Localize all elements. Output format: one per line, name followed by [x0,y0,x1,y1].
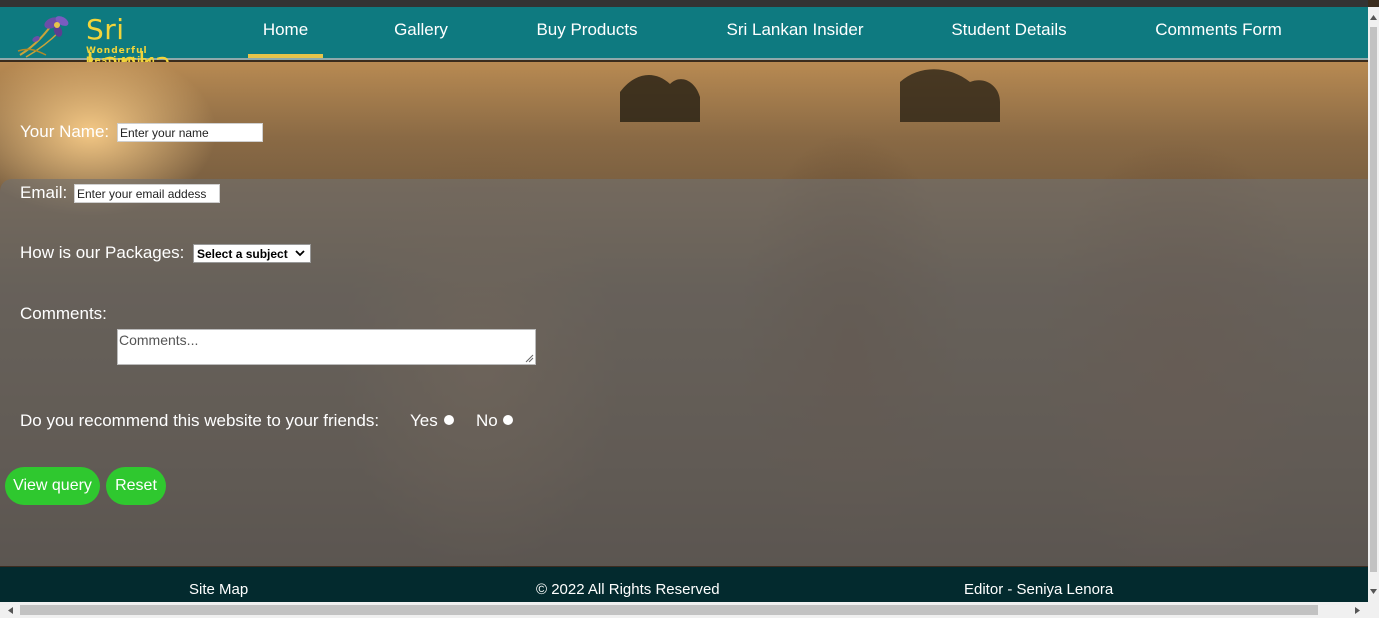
comments-placeholder: Comments... [119,332,199,348]
recommend-label: Do you recommend this website to your fr… [20,411,380,430]
comments-form-panel [0,179,1368,566]
packages-label: How is our Packages: [20,243,185,262]
nav-comments-form[interactable]: Comments Form [1140,7,1297,58]
orchid-flower-icon [17,16,69,58]
chevron-down-icon [295,250,305,257]
packages-selected-value: Select a subject [197,247,288,261]
resize-grip-icon[interactable] [524,353,534,363]
scroll-up-arrow-icon[interactable] [1369,13,1378,22]
vertical-scroll-thumb[interactable] [1370,27,1377,572]
tree-silhouettes [620,69,1000,122]
nav-student-details[interactable]: Student Details [935,7,1083,58]
window-top-strip [0,0,1368,7]
site-logo[interactable]: Sri Lanka Wonderful Destination [16,11,206,79]
no-label: No [476,411,498,430]
packages-select[interactable]: Select a subject [193,244,311,263]
view-query-button[interactable]: View query [5,467,100,505]
nav-buy-products[interactable]: Buy Products [521,7,653,58]
no-radio[interactable] [503,415,513,425]
email-input[interactable] [74,184,220,203]
horizontal-scroll-thumb[interactable] [20,605,1318,615]
nav-gallery[interactable]: Gallery [378,7,464,58]
footer: Site Map © 2022 All Rights Reserved Edit… [0,567,1368,602]
nav-home[interactable]: Home [248,7,323,58]
footer-copyright: © 2022 All Rights Reserved [536,581,720,598]
comments-textarea[interactable]: Comments... [117,329,536,365]
navigation-bar: Sri Lanka Wonderful Destination Home Gal… [0,7,1368,79]
scroll-left-arrow-icon[interactable] [6,606,15,615]
yes-radio[interactable] [444,415,454,425]
reset-button[interactable]: Reset [106,467,166,505]
yes-label: Yes [410,411,438,430]
name-label: Your Name: [20,122,110,141]
scroll-right-arrow-icon[interactable] [1353,606,1362,615]
comments-label: Comments: [20,304,107,323]
email-label: Email: [20,183,68,202]
vertical-scrollbar[interactable] [1368,7,1379,602]
name-input[interactable] [117,123,263,142]
scroll-down-arrow-icon[interactable] [1369,587,1378,596]
footer-editor: Editor - Seniya Lenora [964,581,1114,598]
footer-site-map[interactable]: Site Map [189,581,248,598]
nav-sri-lankan-insider[interactable]: Sri Lankan Insider [710,7,880,58]
horizontal-scrollbar[interactable] [0,602,1379,618]
